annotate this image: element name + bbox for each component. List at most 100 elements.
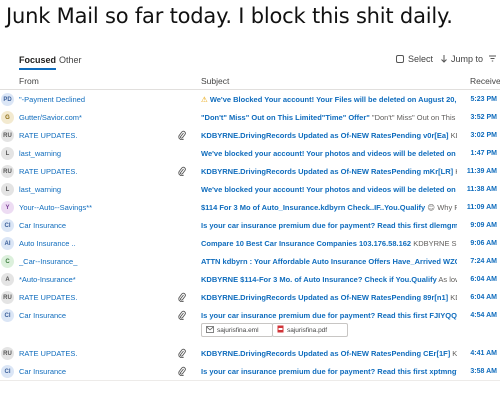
sender-avatar: RU: [1, 291, 14, 304]
message-row[interactable]: Llast_warning We've blocked your account!…: [0, 180, 500, 199]
attachment-clip-icon: [178, 348, 186, 360]
post-caption: Junk Mail so far today. I block this shi…: [6, 4, 453, 28]
sender-avatar: Y: [1, 201, 14, 214]
attachment-clip-icon: [178, 366, 186, 378]
message-row[interactable]: RU RATE UPDATES. KDBYRNE.DrivingRecords Up…: [0, 162, 500, 181]
sender-avatar: PD: [1, 93, 14, 106]
subject-text: Is your car insurance premium due for pa…: [201, 221, 457, 230]
attachment-chip[interactable]: sajurisfina.eml: [201, 323, 273, 337]
message-row[interactable]: G Gutter/Savior.com* "Don't" Miss" Out on …: [0, 108, 500, 127]
sender-name: _Car--Insurance_: [19, 257, 78, 266]
received-time: 3:02 PM: [470, 132, 497, 139]
received-time: 9:06 AM: [470, 240, 497, 247]
preview-text: KDBYRNE Shop c...: [413, 239, 457, 248]
message-row[interactable]: RU RATE UPDATES. KDBYRNE.DrivingRecords Up…: [0, 126, 500, 145]
message-subject: Compare 10 Best Car Insurance Companies …: [201, 239, 457, 248]
subject-text: We've blocked your account! Your photos …: [201, 185, 457, 194]
message-row[interactable]: A *Auto-Insurance* KDBYRNE $114-For 3 Mo. …: [0, 270, 500, 289]
message-row[interactable]: RU RATE UPDATES. KDBYRNE.DrivingRecords Up…: [0, 344, 500, 363]
received-time: 11:09 AM: [466, 204, 497, 211]
message-subject: We've blocked your account! Your photos …: [201, 149, 457, 158]
sender-name: RATE UPDATES.: [19, 131, 78, 140]
sender-name: Car Insurance: [19, 311, 67, 320]
message-row[interactable]: CI Car Insurance Is your car insurance pre…: [0, 306, 500, 345]
received-time: 4:41 AM: [470, 350, 497, 357]
sender-name: Auto Insurance ..: [19, 239, 76, 248]
message-subject: $114 For 3 Mo of Auto_Insurance.kdbyrn C…: [201, 203, 457, 212]
sender-avatar: CI: [1, 309, 14, 322]
message-row[interactable]: PD "-Payment Declined ⚠ We've Blocked Your…: [0, 90, 500, 109]
subject-text: KDBYRNE.DrivingRecords Updated as Of-NEW…: [201, 349, 451, 358]
message-row[interactable]: CI Car Insurance Is your car insurance pre…: [0, 216, 500, 235]
subject-text: $114 For 3 Mo of Auto_Insurance.kdbyrn C…: [201, 203, 426, 212]
message-row[interactable]: C _Car--Insurance_ ATTN kdbyrn : Your Affo…: [0, 252, 500, 271]
subject-text: Is your car insurance premium due for pa…: [201, 311, 457, 320]
tab-focused[interactable]: Focused: [19, 55, 57, 70]
attachment-clip-icon: [178, 130, 186, 142]
mail-toolbar: Focused Other Select Jump to: [0, 50, 500, 70]
select-checkbox-icon: [396, 55, 404, 63]
sender-name: RATE UPDATES.: [19, 349, 78, 358]
attachment-clip-icon: [178, 310, 186, 322]
sender-avatar: G: [1, 111, 14, 124]
column-subject[interactable]: Subject: [201, 76, 229, 86]
message-row[interactable]: AI Auto Insurance .. Compare 10 Best Car I…: [0, 234, 500, 253]
filter-button[interactable]: [488, 54, 497, 63]
select-label: Select: [408, 54, 434, 64]
sender-name: Car Insurance: [19, 221, 67, 230]
subject-text: KDBYRNE.DrivingRecords Updated as Of-NEW…: [201, 131, 449, 140]
message-subject: ⚠ We've Blocked Your account! Your Files…: [201, 95, 457, 104]
subject-text: We've blocked your account! Your photos …: [201, 149, 457, 158]
message-subject: KDBYRNE.DrivingRecords Updated as Of-NEW…: [201, 349, 457, 358]
message-row[interactable]: Llast_warning We've blocked your account!…: [0, 144, 500, 163]
message-row[interactable]: CI Car Insurance Is your car insurance pre…: [0, 362, 500, 381]
received-time: 11:39 AM: [466, 168, 497, 175]
received-time: 7:24 AM: [470, 258, 497, 265]
tab-other[interactable]: Other: [59, 55, 82, 65]
warning-icon: ⚠: [201, 95, 210, 104]
subject-text: KDBYRNE $114-For 3 Mo. of Auto Insurance…: [201, 275, 437, 284]
sender-avatar: C: [1, 255, 14, 268]
message-subject: KDBYRNE.DrivingRecords Updated as Of-NEW…: [201, 293, 457, 302]
sender-avatar: AI: [1, 237, 14, 250]
sender-name: RATE UPDATES.: [19, 293, 78, 302]
jump-to-button[interactable]: Jump to: [439, 54, 483, 64]
jump-to-label: Jump to: [451, 54, 484, 64]
column-received[interactable]: Received: [470, 76, 500, 86]
received-time: 1:47 PM: [470, 150, 497, 157]
sender-name: "-Payment Declined: [19, 95, 86, 104]
select-button[interactable]: Select: [395, 54, 433, 64]
subject-text: We've Blocked Your account! Your Files w…: [209, 95, 457, 104]
filter-icon: [489, 55, 496, 62]
sender-name: RATE UPDATES.: [19, 167, 78, 176]
message-row[interactable]: RU RATE UPDATES. KDBYRNE.DrivingRecords Up…: [0, 288, 500, 307]
preview-text: KDBY...: [450, 131, 457, 140]
column-header: From Subject Received: [0, 74, 500, 88]
subject-text: ATTN kdbyrn : Your Affordable Auto Insur…: [201, 257, 457, 266]
sender-avatar: RU: [1, 347, 14, 360]
message-subject: "Don't" Miss" Out on This Limited"Time" …: [201, 113, 457, 122]
sender-name: last_warning: [19, 185, 62, 194]
sender-name: Your--Auto--Savings**: [19, 203, 93, 212]
subject-text: KDBYRNE.DrivingRecords Updated as Of-NEW…: [201, 167, 454, 176]
column-from[interactable]: From: [19, 76, 39, 86]
email-file-icon: [206, 325, 214, 335]
message-subject: KDBYRNE $114-For 3 Mo. of Auto Insurance…: [201, 275, 457, 284]
sender-avatar: RU: [1, 165, 14, 178]
received-time: 5:23 PM: [470, 96, 497, 103]
jump-arrow-icon: [441, 55, 447, 63]
attachment-filename: sajurisfina.eml: [217, 326, 259, 334]
preview-text: KDBY...: [452, 349, 457, 358]
received-time: 9:09 AM: [470, 222, 497, 229]
sender-avatar: L: [1, 147, 14, 160]
sender-name: Car Insurance: [19, 367, 67, 376]
message-subject: ATTN kdbyrn : Your Affordable Auto Insur…: [201, 257, 457, 266]
message-subject: Is your car insurance premium due for pa…: [201, 221, 457, 230]
message-row[interactable]: Y Your--Auto--Savings** $114 For 3 Mo of A…: [0, 198, 500, 217]
subject-text: "Don't" Miss" Out on This Limited"Time" …: [201, 113, 370, 122]
attachment-chip[interactable]: sajurisfina.pdf: [272, 323, 348, 337]
subject-text: Compare 10 Best Car Insurance Companies …: [201, 239, 412, 248]
pdf-file-icon: [277, 325, 284, 335]
received-time: 3:58 AM: [470, 368, 497, 375]
message-subject: KDBYRNE.DrivingRecords Updated as Of-NEW…: [201, 167, 457, 176]
